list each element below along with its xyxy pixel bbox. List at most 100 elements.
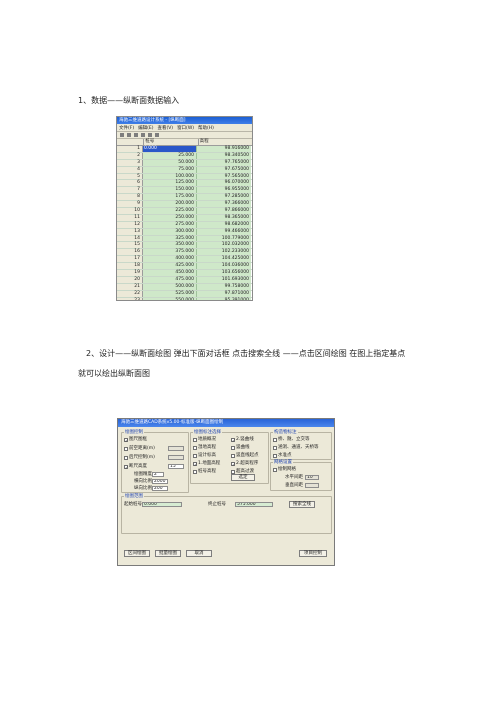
checkbox-front-distance[interactable]: 前空距离(m) [124, 446, 155, 451]
station-cell[interactable]: 50.000 [143, 159, 197, 166]
paste-icon[interactable] [155, 133, 159, 137]
checkbox-benchmark[interactable]: 水准点 [273, 453, 292, 458]
table-row[interactable]: 10 225.000 97.866000 [117, 208, 252, 215]
elevation-cell[interactable]: 98.916000 [197, 146, 251, 152]
station-cell[interactable]: 225.000 [143, 208, 197, 214]
checkbox-design-elev[interactable]: 设计标高 [193, 453, 216, 458]
menu-item[interactable]: 帮助(H) [198, 125, 214, 131]
elevation-cell[interactable]: 97.866000 [197, 208, 251, 214]
table-row[interactable]: 19 450.000 103.656000 [117, 270, 252, 277]
checkbox-line-start[interactable]: 竖直线起点 [231, 453, 259, 458]
checkbox-vertical-curve[interactable]: ✓ 2.竖曲线 [231, 437, 254, 442]
elevation-cell[interactable]: 98.340500 [197, 152, 251, 159]
elevation-cell[interactable]: 104.036000 [197, 263, 251, 270]
table-row[interactable]: 20 475.000 101.693000 [117, 276, 252, 284]
elevation-cell[interactable]: 103.656000 [197, 270, 251, 276]
front-distance-input[interactable] [168, 446, 184, 451]
v-scale-input[interactable]: 200 [152, 486, 168, 491]
station-cell[interactable]: 300.000 [143, 228, 197, 235]
checkbox-curve[interactable]: 竖曲线 [231, 445, 250, 450]
table-row[interactable]: 2 25.000 98.340500 [117, 152, 252, 160]
rear-control-input[interactable] [168, 455, 184, 460]
checkbox-break-height[interactable]: ✓ 断尺高度 [124, 464, 147, 469]
station-cell[interactable]: 150.000 [143, 187, 197, 194]
station-cell[interactable]: 275.000 [143, 221, 197, 228]
checkbox-geology[interactable]: 地质概况 [193, 437, 216, 442]
menu-item[interactable]: 查看(V) [157, 125, 173, 131]
station-cell[interactable]: 0.000 [143, 146, 197, 152]
station-cell[interactable]: 550.000 [143, 297, 197, 300]
open-icon[interactable] [127, 133, 131, 137]
elevation-cell[interactable]: 95.391000 [197, 297, 251, 300]
cut-icon[interactable] [141, 133, 145, 137]
h-scale-input[interactable]: 2000 [152, 479, 168, 484]
elevation-cell[interactable]: 100.779000 [197, 235, 251, 242]
checkbox-superelevation[interactable]: ✓ 2.超高程序 [231, 461, 258, 466]
end-station-input[interactable]: 575.000 [235, 502, 273, 507]
elevation-cell[interactable]: 99.466000 [197, 228, 251, 235]
elevation-cell[interactable]: 97.366000 [197, 201, 251, 208]
grid-h-input[interactable]: 10 [305, 475, 319, 480]
station-cell[interactable]: 100.000 [143, 173, 197, 180]
table-row[interactable]: 22 525.000 97.871000 [117, 290, 252, 298]
new-icon[interactable] [120, 133, 124, 137]
elevation-cell[interactable]: 96.955000 [197, 187, 251, 194]
elevation-cell[interactable]: 102.233000 [197, 249, 251, 256]
elevation-cell[interactable]: 97.565000 [197, 173, 251, 180]
checkbox-wetland[interactable]: 湿地高程 [193, 445, 216, 450]
station-cell[interactable]: 425.000 [143, 263, 197, 270]
project-control-button[interactable]: 项目控制 [299, 550, 327, 557]
station-cell[interactable]: 250.000 [143, 214, 197, 221]
table-row[interactable]: 21 500.000 99.758000 [117, 283, 252, 291]
elevation-cell[interactable]: 98.365000 [197, 214, 251, 221]
copy-icon[interactable] [148, 133, 152, 137]
elevation-cell[interactable]: 97.871000 [197, 290, 251, 297]
elevation-cell[interactable]: 97.675000 [197, 166, 251, 173]
elevation-cell[interactable]: 102.032000 [197, 242, 251, 249]
station-cell[interactable]: 75.000 [143, 166, 197, 173]
range-draw-button[interactable]: 区间绘图 [124, 550, 150, 557]
batch-draw-button[interactable]: 批量绘图 [155, 550, 181, 557]
elevation-cell[interactable]: 97.765000 [197, 159, 251, 166]
table-row[interactable]: 4 75.000 97.675000 [117, 166, 252, 174]
menu-item[interactable]: 编辑(E) [138, 125, 153, 131]
column-header-station[interactable]: 桩号 [144, 139, 199, 145]
station-cell[interactable]: 325.000 [143, 235, 197, 242]
checkbox-ground-elev[interactable]: ✓ 1.地面高程 [193, 461, 220, 466]
elevation-cell[interactable]: 97.285000 [197, 194, 251, 201]
table-row[interactable]: 9 200.000 97.366000 [117, 201, 252, 209]
search-all-button[interactable]: 搜索全线 [289, 501, 315, 508]
select-button[interactable]: 选定 [231, 474, 255, 481]
table-row[interactable]: 1 0.000 98.916000 [117, 146, 252, 153]
break-height-input[interactable]: 15 [168, 464, 184, 469]
checkbox-culvert[interactable]: 涵洞、通道、天桥等 [273, 445, 319, 450]
station-cell[interactable]: 350.000 [143, 242, 197, 249]
checkbox-draw-grid[interactable]: 绘制网格 [273, 467, 296, 472]
menu-item[interactable]: 文件(F) [119, 125, 134, 131]
checkbox-rear-control[interactable]: 后尺控制(m) [124, 455, 155, 460]
station-cell[interactable]: 525.000 [143, 290, 197, 297]
grid-v-input[interactable] [305, 483, 319, 488]
checkbox-station-elev[interactable]: 桩号高程 [193, 469, 216, 474]
station-cell[interactable]: 500.000 [143, 283, 197, 290]
elevation-cell[interactable]: 104.425000 [197, 256, 251, 263]
start-station-input[interactable]: 0.000 [142, 502, 182, 507]
column-header-elevation[interactable]: 高程 [199, 139, 252, 145]
checkbox-frame[interactable]: ✓ 图尺图框 [124, 437, 147, 442]
station-cell[interactable]: 475.000 [143, 276, 197, 283]
elevation-cell[interactable]: 99.758000 [197, 283, 251, 290]
checkbox-bridge[interactable]: 桥、隧、立交等 [273, 437, 310, 442]
station-cell[interactable]: 400.000 [143, 256, 197, 263]
draw-precision-input[interactable]: 2 [152, 472, 164, 477]
station-cell[interactable]: 175.000 [143, 194, 197, 201]
menu-item[interactable]: 窗口(W) [177, 125, 194, 131]
elevation-cell[interactable]: 98.682000 [197, 221, 251, 228]
table-row[interactable]: 13 300.000 99.466000 [117, 228, 252, 236]
table-row[interactable]: 12 275.000 98.682000 [117, 221, 252, 229]
station-cell[interactable]: 200.000 [143, 201, 197, 208]
table-row[interactable]: 3 50.000 97.765000 [117, 159, 252, 167]
table-row[interactable]: 23 550.000 95.391000 [117, 297, 252, 300]
elevation-cell[interactable]: 96.070000 [197, 180, 251, 187]
station-cell[interactable]: 450.000 [143, 270, 197, 276]
station-cell[interactable]: 375.000 [143, 249, 197, 256]
